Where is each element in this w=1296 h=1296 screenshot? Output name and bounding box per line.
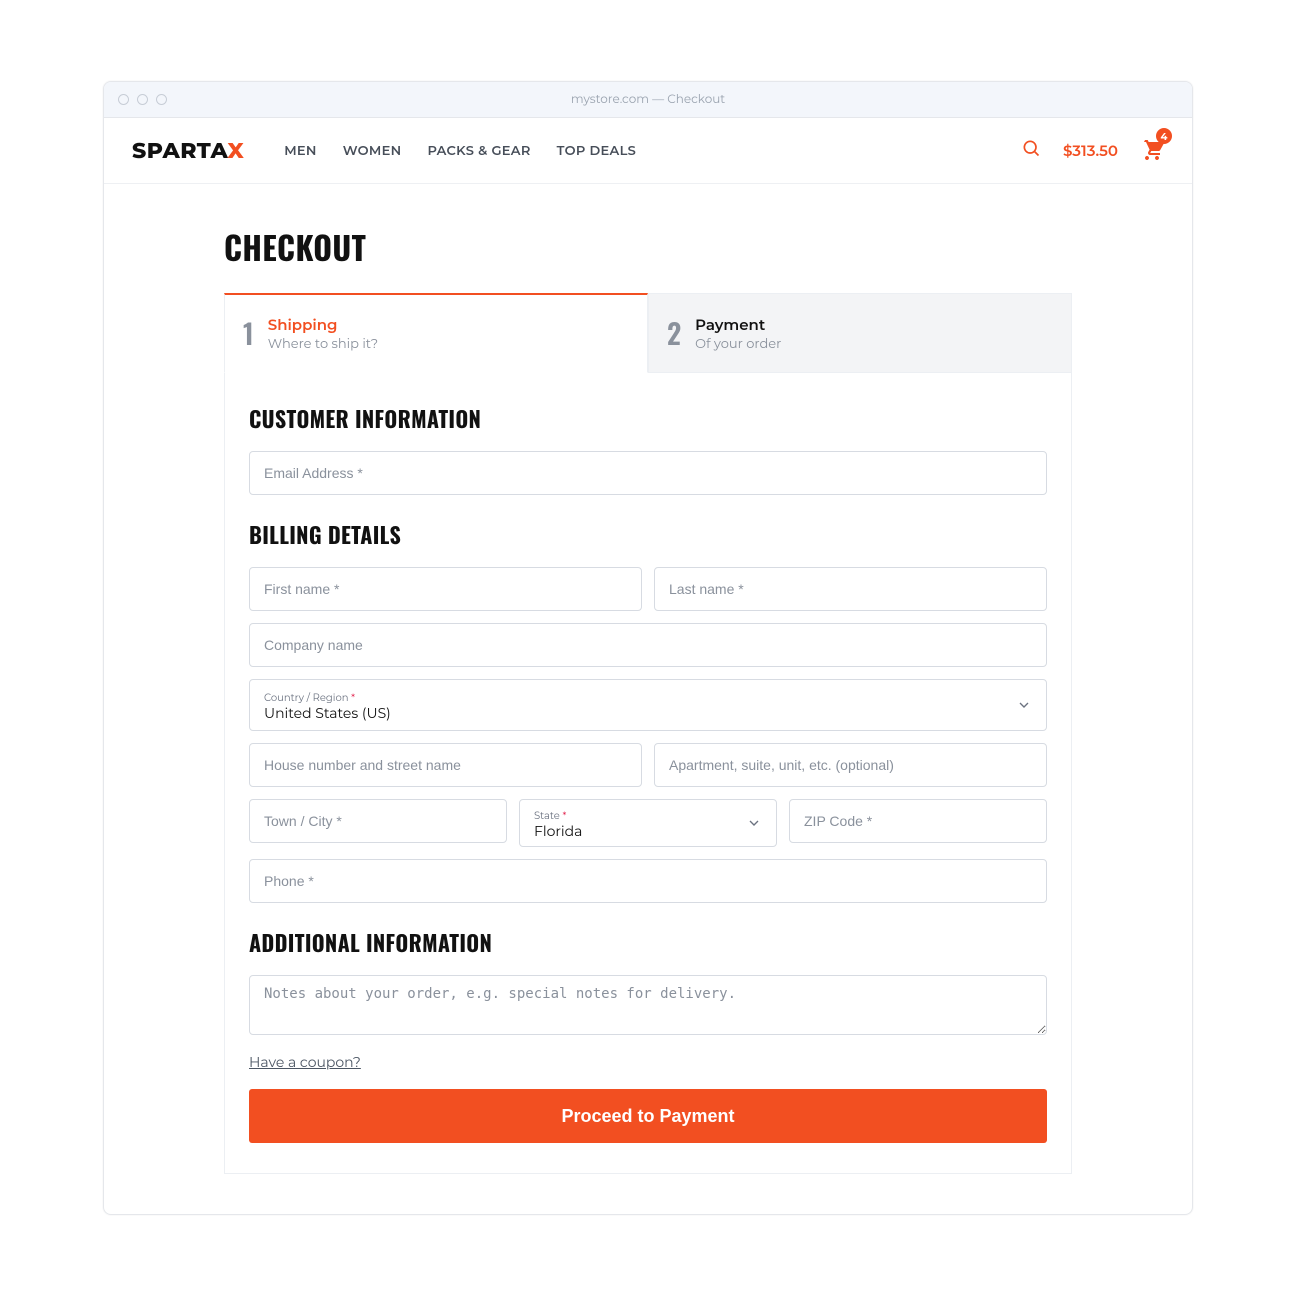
order-notes-field[interactable] (249, 975, 1047, 1035)
logo[interactable]: SPARTAX (132, 137, 244, 164)
chevron-down-icon (746, 815, 762, 831)
logo-base: SPARTA (132, 137, 227, 164)
required-mark: * (562, 809, 566, 822)
browser-title: mystore.com — Checkout (104, 92, 1192, 107)
phone-field[interactable] (249, 859, 1047, 903)
tab-subtitle: Of your order (695, 336, 781, 352)
section-customer-info: CUSTOMER INFORMATION (249, 403, 1047, 435)
section-billing-details: BILLING DETAILS (249, 519, 1047, 551)
cart-count-badge: 4 (1156, 128, 1172, 144)
page-body: CHECKOUT 1 Shipping Where to ship it? 2 … (104, 184, 1192, 1214)
state-label: State (534, 809, 560, 822)
nav-packs-gear[interactable]: PACKS & GEAR (427, 143, 530, 159)
browser-window: mystore.com — Checkout SPARTAX MEN WOMEN… (103, 81, 1193, 1215)
country-label: Country / Region (264, 691, 348, 704)
header-right: $313.50 4 (1021, 136, 1164, 165)
window-controls (118, 94, 167, 105)
form-area: CUSTOMER INFORMATION BILLING DETAILS Cou… (224, 373, 1072, 1174)
search-icon[interactable] (1021, 138, 1041, 163)
country-value: United States (US) (264, 704, 1032, 722)
tab-subtitle: Where to ship it? (268, 336, 378, 352)
tab-num: 1 (243, 313, 254, 354)
required-mark: * (351, 691, 355, 704)
checkout-tabs: 1 Shipping Where to ship it? 2 Payment O… (224, 293, 1072, 373)
nav-men[interactable]: MEN (284, 143, 317, 159)
last-name-field[interactable] (654, 567, 1047, 611)
country-select[interactable]: Country / Region * United States (US) (249, 679, 1047, 731)
state-value: Florida (534, 822, 762, 840)
browser-chrome: mystore.com — Checkout (104, 82, 1192, 118)
window-close-dot[interactable] (118, 94, 129, 105)
tab-shipping[interactable]: 1 Shipping Where to ship it? (224, 293, 648, 373)
tab-title: Payment (695, 315, 781, 334)
window-min-dot[interactable] (137, 94, 148, 105)
cart-button[interactable]: 4 (1140, 136, 1164, 165)
email-field[interactable] (249, 451, 1047, 495)
coupon-link[interactable]: Have a coupon? (249, 1053, 1047, 1071)
site-header: SPARTAX MEN WOMEN PACKS & GEAR TOP DEALS… (104, 118, 1192, 184)
tab-title: Shipping (268, 315, 378, 334)
city-field[interactable] (249, 799, 507, 843)
window-max-dot[interactable] (156, 94, 167, 105)
main-nav: MEN WOMEN PACKS & GEAR TOP DEALS (284, 143, 636, 159)
state-select[interactable]: State * Florida (519, 799, 777, 847)
page-title: CHECKOUT (224, 224, 1072, 271)
tab-payment[interactable]: 2 Payment Of your order (648, 293, 1072, 373)
street-field[interactable] (249, 743, 642, 787)
nav-women[interactable]: WOMEN (343, 143, 402, 159)
zip-field[interactable] (789, 799, 1047, 843)
apartment-field[interactable] (654, 743, 1047, 787)
company-field[interactable] (249, 623, 1047, 667)
nav-top-deals[interactable]: TOP DEALS (557, 143, 636, 159)
section-additional-info: ADDITIONAL INFORMATION (249, 927, 1047, 959)
chevron-down-icon (1016, 697, 1032, 713)
first-name-field[interactable] (249, 567, 642, 611)
cart-total: $313.50 (1063, 141, 1118, 160)
logo-accent: X (227, 137, 244, 164)
proceed-to-payment-button[interactable]: Proceed to Payment (249, 1089, 1047, 1143)
tab-num: 2 (667, 313, 681, 354)
